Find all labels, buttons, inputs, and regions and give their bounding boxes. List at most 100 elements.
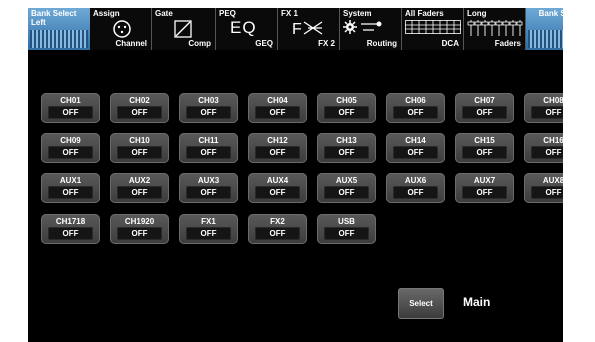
channel-strip: CH14 OFF (386, 133, 445, 163)
system-button[interactable]: System Routing (340, 8, 402, 50)
channel-strip: FX2 OFF (248, 214, 307, 244)
gate-button[interactable]: Gate Comp (152, 8, 216, 50)
channel-strip: AUX4 OFF (248, 173, 307, 203)
channel-strip: CH03 OFF (179, 93, 238, 123)
channel-off-button[interactable]: OFF (531, 186, 563, 199)
channel-off-button[interactable]: OFF (324, 106, 369, 119)
channel-label: CH05 (336, 96, 357, 105)
channel-off-button[interactable]: OFF (393, 186, 438, 199)
channel-off-button[interactable]: OFF (117, 227, 162, 240)
channel-label: USB (338, 217, 355, 226)
channel-strip: CH02 OFF (110, 93, 169, 123)
channel-label: CH06 (405, 96, 426, 105)
channel-label: FX1 (201, 217, 216, 226)
select-button[interactable]: Select (398, 288, 444, 319)
channel-off-button[interactable]: OFF (324, 227, 369, 240)
channel-off-button[interactable]: OFF (393, 146, 438, 159)
channel-strip: CH05 OFF (317, 93, 376, 123)
channel-strip: CH08 OFF (524, 93, 563, 123)
channel-label: AUX6 (404, 176, 427, 185)
channel-off-button[interactable]: OFF (48, 146, 93, 159)
channel-label: CH11 (198, 136, 219, 145)
eq-big-label: EQ (230, 18, 257, 37)
assign-sub: Channel (115, 39, 147, 48)
channel-off-button[interactable]: OFF (186, 146, 231, 159)
long-title: Long (467, 9, 487, 18)
channel-off-button[interactable]: OFF (531, 146, 563, 159)
channel-strip: CH07 OFF (455, 93, 514, 123)
channel-strip: CH1718 OFF (41, 214, 100, 244)
channel-strip: AUX1 OFF (41, 173, 100, 203)
channel-off-button[interactable]: OFF (324, 186, 369, 199)
fader-bars-icon (30, 30, 88, 48)
long-fader-icon (467, 20, 523, 36)
channel-label: CH03 (198, 96, 219, 105)
channel-strip: AUX6 OFF (386, 173, 445, 203)
channel-off-button[interactable]: OFF (255, 186, 300, 199)
channel-label: AUX2 (128, 176, 151, 185)
channel-off-button[interactable]: OFF (324, 146, 369, 159)
bank-select-left-button[interactable]: Bank Select Left (28, 8, 90, 50)
routing-icon (361, 21, 382, 31)
channel-off-button[interactable]: OFF (48, 186, 93, 199)
channel-off-button[interactable]: OFF (531, 106, 563, 119)
fx-icon: F (292, 21, 323, 37)
channel-off-button[interactable]: OFF (186, 186, 231, 199)
fader-grid-icon (405, 20, 461, 34)
channel-label: CH09 (60, 136, 81, 145)
channel-label: CH10 (129, 136, 150, 145)
channel-label: FX2 (270, 217, 285, 226)
channel-label: AUX8 (542, 176, 563, 185)
assign-button[interactable]: Assign Channel (90, 8, 152, 50)
channel-off-button[interactable]: OFF (462, 186, 507, 199)
gear-icon (343, 20, 357, 34)
channel-strip: AUX3 OFF (179, 173, 238, 203)
channel-strip: AUX7 OFF (455, 173, 514, 203)
channel-label: CH04 (267, 96, 288, 105)
channel-strip: CH04 OFF (248, 93, 307, 123)
dots-circle-icon (113, 20, 131, 38)
channel-off-button[interactable]: OFF (48, 106, 93, 119)
dca-sub: DCA (441, 39, 459, 48)
channel-off-button[interactable]: OFF (255, 106, 300, 119)
fx2-sub: FX 2 (318, 39, 335, 48)
channel-off-button[interactable]: OFF (462, 146, 507, 159)
channel-strip: CH12 OFF (248, 133, 307, 163)
channel-label: CH08 (543, 96, 563, 105)
gate-sub: Comp (188, 39, 211, 48)
curve-box-icon (174, 20, 192, 38)
channel-label: AUX7 (473, 176, 496, 185)
channel-strip: CH13 OFF (317, 133, 376, 163)
long-faders-button[interactable]: Long Faders (464, 8, 526, 50)
channel-strip: AUX8 OFF (524, 173, 563, 203)
peq-title: PEQ (219, 9, 236, 18)
channel-off-button[interactable]: OFF (117, 106, 162, 119)
channel-strip: AUX5 OFF (317, 173, 376, 203)
channel-off-button[interactable]: OFF (117, 186, 162, 199)
channel-label: CH12 (267, 136, 288, 145)
channel-off-button[interactable]: OFF (255, 227, 300, 240)
faders-sub: Faders (494, 39, 521, 48)
bank-select-right-button[interactable]: Bank Select Right (526, 8, 563, 50)
channel-strip: CH01 OFF (41, 93, 100, 123)
channel-label: CH02 (129, 96, 150, 105)
gate-title: Gate (155, 9, 173, 18)
channel-off-button[interactable]: OFF (462, 106, 507, 119)
channel-off-button[interactable]: OFF (393, 106, 438, 119)
channel-off-button[interactable]: OFF (117, 146, 162, 159)
channel-off-button[interactable]: OFF (186, 227, 231, 240)
all-faders-title: All Faders (405, 9, 444, 18)
channel-off-button[interactable]: OFF (255, 146, 300, 159)
peq-button[interactable]: PEQ EQ GEQ (216, 8, 278, 50)
channel-label: AUX3 (197, 176, 220, 185)
all-faders-button[interactable]: All Faders DCA (402, 8, 464, 50)
fx1-title: FX 1 (281, 9, 298, 18)
peq-sub: GEQ (255, 39, 273, 48)
channel-off-button[interactable]: OFF (186, 106, 231, 119)
fx-button[interactable]: FX 1 F FX 2 (278, 8, 340, 50)
main-label: Main (463, 295, 491, 309)
channel-off-button[interactable]: OFF (48, 227, 93, 240)
bank-select-right-label: Bank Select Right (538, 9, 563, 18)
bank-select-left-label: Bank Select Left (31, 9, 77, 27)
channel-label: CH1718 (55, 217, 86, 226)
